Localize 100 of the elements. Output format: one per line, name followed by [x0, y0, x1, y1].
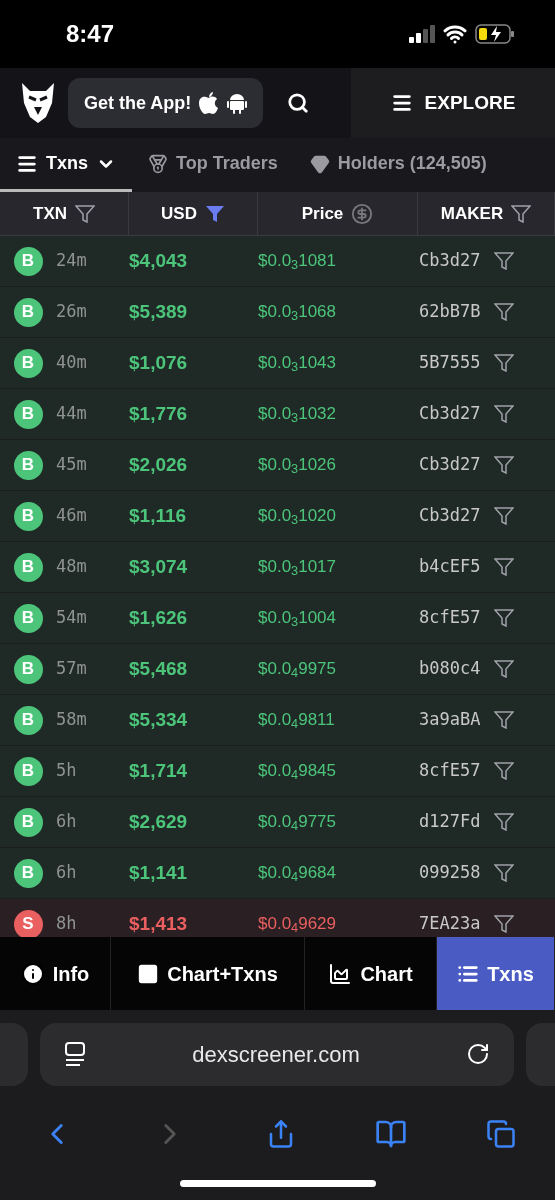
- usd-cell-text: $2,629: [129, 809, 189, 834]
- maker-cell-text: 5B7555: [419, 351, 482, 375]
- filter-icon[interactable]: [494, 609, 514, 627]
- maker-cell-text: 7EA23a: [419, 912, 482, 936]
- usd-cell-text: $1,714: [129, 758, 189, 783]
- tab[interactable]: Holders (124,505): [293, 138, 503, 192]
- price-cell-text: $0.0$_{3}$1081: [258, 250, 337, 274]
- column-label: TXN: [33, 202, 67, 225]
- price-cell-text: $0.0$_{3}$1017: [258, 556, 337, 580]
- transaction-row[interactable]: B 24m $4,043 $0.0$_{3}$1081 Cb3d27: [0, 236, 555, 287]
- age-cell-text: 45m: [56, 453, 88, 477]
- filter-icon[interactable]: [494, 252, 514, 270]
- usd-cell-text: $5,468: [129, 656, 189, 681]
- usd-cell-text: $3,074: [129, 554, 189, 579]
- maker-cell-text: Cb3d27: [419, 453, 482, 477]
- filter-icon[interactable]: [494, 456, 514, 474]
- signal-icon: [409, 25, 435, 43]
- filter-icon[interactable]: [494, 660, 514, 678]
- maker-cell-text: Cb3d27: [419, 402, 482, 426]
- type-badge: S: [13, 909, 43, 937]
- transaction-row[interactable]: B 46m $1,116 $0.0$_{3}$1020 Cb3d27: [0, 491, 555, 542]
- transaction-row[interactable]: B 45m $2,026 $0.0$_{3}$1026 Cb3d27: [0, 440, 555, 491]
- filter-icon[interactable]: [511, 204, 532, 223]
- get-app-button[interactable]: Get the App!: [68, 78, 264, 128]
- filter-icon[interactable]: [75, 204, 95, 223]
- maker-cell-text: 099258: [419, 861, 482, 885]
- menu-icon: [390, 92, 413, 114]
- maker-cell-text: 8cfE57: [419, 606, 482, 630]
- transaction-row[interactable]: B 44m $1,776 $0.0$_{3}$1032 Cb3d27: [0, 389, 555, 440]
- filter-icon[interactable]: [494, 762, 514, 780]
- age-cell-text: 48m: [56, 555, 88, 579]
- status-time: 8:47: [66, 19, 115, 49]
- transaction-row[interactable]: B 54m $1,626 $0.0$_{3}$1004 8cfE57: [0, 593, 555, 644]
- price-cell-text: $0.0$_{4}$9629: [258, 913, 337, 937]
- url-text: dexscreener.com: [191, 1040, 361, 1069]
- price-cell-text: $0.0$_{3}$1043: [258, 352, 337, 376]
- transaction-row[interactable]: B 5h $1,714 $0.0$_{4}$9845 8cfE57: [0, 746, 555, 797]
- filter-icon[interactable]: [204, 204, 225, 223]
- filter-icon[interactable]: [494, 864, 514, 882]
- type-badge: B: [13, 501, 43, 531]
- filter-icon[interactable]: [494, 303, 514, 321]
- age-cell-text: 54m: [56, 606, 88, 630]
- usd-cell-text: $2,026: [129, 452, 189, 477]
- page-menu-icon: [64, 1041, 86, 1067]
- tab[interactable]: Top Traders: [132, 138, 294, 192]
- column-label: MAKER: [440, 202, 504, 225]
- usd-cell-text: $5,389: [129, 299, 189, 324]
- transaction-row[interactable]: B 40m $1,076 $0.0$_{3}$1043 5B7555: [0, 338, 555, 389]
- filter-icon[interactable]: [494, 915, 514, 933]
- age-cell-text: 58m: [56, 708, 88, 732]
- type-badge: B: [13, 246, 43, 276]
- price-cell-text: $0.0$_{4}$9775: [258, 811, 337, 835]
- type-badge: B: [13, 807, 43, 837]
- address-bar[interactable]: dexscreener.com: [40, 1022, 514, 1086]
- usd-cell-text: $5,334: [129, 707, 189, 732]
- maker-cell-text: 8cfE57: [419, 759, 482, 783]
- transaction-row[interactable]: B 6h $2,629 $0.0$_{4}$9775 d127Fd: [0, 797, 555, 848]
- transaction-row[interactable]: B 48m $3,074 $0.0$_{3}$1017 b4cEF5: [0, 542, 555, 593]
- age-cell-text: 26m: [56, 300, 88, 324]
- type-badge: B: [13, 654, 43, 684]
- type-badge: B: [13, 858, 43, 888]
- filter-icon[interactable]: [494, 813, 514, 831]
- type-badge: B: [13, 756, 43, 786]
- reload-icon[interactable]: [466, 1042, 490, 1066]
- area-chart-icon: [328, 961, 353, 986]
- nav-tab[interactable]: Info: [0, 937, 111, 1010]
- maker-cell-text: 62bB7B: [419, 300, 482, 324]
- usd-cell-text: $4,043: [129, 248, 189, 273]
- diamond-icon: [309, 153, 330, 174]
- usd-cell-text: $1,076: [129, 350, 189, 375]
- nav-tab[interactable]: Chart+Txns: [111, 937, 305, 1010]
- price-cell-text: $0.0$_{4}$9845: [258, 760, 337, 784]
- maker-cell-text: 3a9aBA: [419, 708, 482, 732]
- age-cell-text: 24m: [56, 249, 88, 273]
- usd-cell-text: $1,776: [129, 401, 189, 426]
- tabs-icon[interactable]: [485, 1119, 516, 1149]
- transaction-row[interactable]: B 57m $5,468 $0.0$_{4}$9975 b080c4: [0, 644, 555, 695]
- search-icon[interactable]: [287, 92, 310, 114]
- filter-icon[interactable]: [494, 354, 514, 372]
- maker-cell-text: b080c4: [419, 657, 482, 681]
- nav-tab[interactable]: Chart: [305, 937, 437, 1010]
- bookmarks-icon[interactable]: [374, 1118, 407, 1150]
- price-cell-text: $0.0$_{3}$1020: [258, 505, 337, 529]
- transaction-row[interactable]: B 58m $5,334 $0.0$_{4}$9811 3a9aBA: [0, 695, 555, 746]
- filter-icon[interactable]: [494, 405, 514, 423]
- price-cell-text: $0.0$_{3}$1026: [258, 454, 337, 478]
- maker-cell-text: d127Fd: [419, 810, 482, 834]
- transaction-row[interactable]: B 26m $5,389 $0.0$_{3}$1068 62bB7B: [0, 287, 555, 338]
- type-badge: B: [13, 603, 43, 633]
- filter-icon[interactable]: [494, 711, 514, 729]
- explore-button[interactable]: EXPLORE: [351, 68, 555, 138]
- age-cell-text: 46m: [56, 504, 88, 528]
- type-badge: B: [13, 348, 43, 378]
- filter-icon[interactable]: [494, 507, 514, 525]
- transaction-row[interactable]: B 6h $1,141 $0.0$_{4}$9684 099258: [0, 848, 555, 899]
- column-label: USD: [161, 202, 197, 225]
- maker-cell-text: Cb3d27: [419, 249, 482, 273]
- nav-tab[interactable]: Txns: [437, 937, 555, 1010]
- filter-icon[interactable]: [494, 558, 514, 576]
- age-cell-text: 6h: [56, 810, 78, 834]
